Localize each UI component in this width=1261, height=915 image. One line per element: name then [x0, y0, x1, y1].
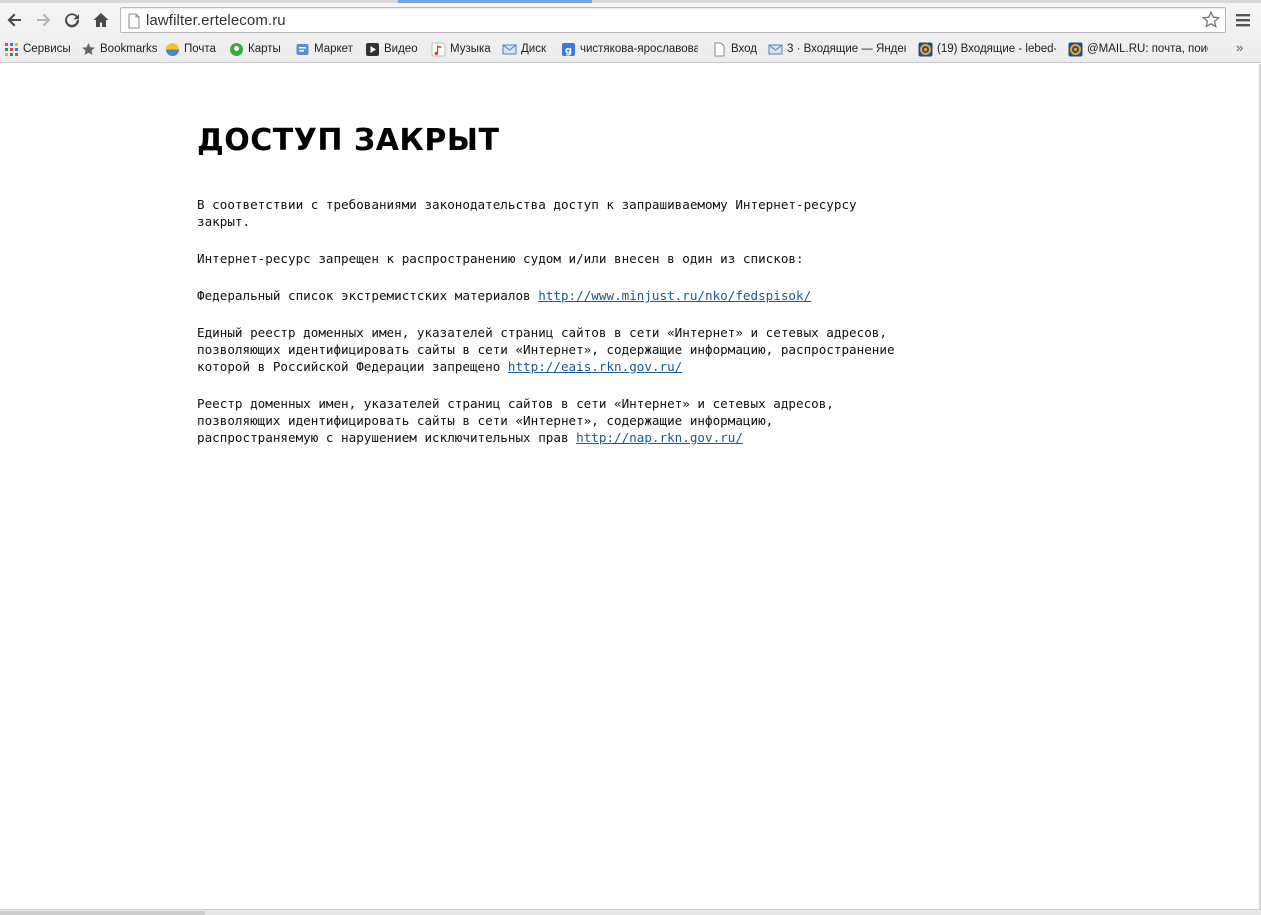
page-icon — [714, 42, 725, 56]
reload-icon — [65, 13, 80, 28]
eais-link[interactable]: http://eais.rkn.gov.ru/ — [508, 359, 682, 374]
bookmark-pochta[interactable]: Почта — [165, 40, 225, 58]
mail-envelope-icon — [768, 44, 783, 54]
bookmark-video[interactable]: Видео — [365, 40, 425, 58]
scrollbar-thumb[interactable] — [0, 911, 205, 915]
page-content: ДОСТУП ЗАКРЫТ В соответствии с требовани… — [0, 64, 1259, 909]
address-bar[interactable]: lawfilter.ertelecom.ru — [120, 7, 1226, 33]
arrow-left-icon — [7, 13, 21, 27]
minjust-link[interactable]: http://www.minjust.ru/nko/fedspisok/ — [538, 288, 811, 303]
bookmark-mailru-inbox[interactable]: (19) Входящие - lebed- — [918, 40, 1056, 58]
back-button[interactable] — [2, 7, 28, 33]
forward-button[interactable] — [30, 7, 56, 33]
home-icon — [93, 13, 109, 27]
page-title: ДОСТУП ЗАКРЫТ — [197, 123, 500, 158]
active-tab-indicator[interactable] — [398, 0, 592, 3]
notice-paragraph: В соответствии с требованиями законодате… — [197, 197, 857, 229]
blocked-notice: ДОСТУП ЗАКРЫТ В соответствии с требовани… — [197, 123, 897, 466]
menu-icon[interactable] — [1232, 9, 1254, 31]
google-icon: g — [562, 42, 575, 56]
mail-globe-icon — [166, 42, 179, 56]
bookmarks-bar: Сервисы Bookmarks Почта Карты Маркет Вид… — [0, 38, 1261, 60]
list-extremist: Федеральный список экстремистских матери… — [197, 288, 812, 303]
mailru-at-icon — [1068, 42, 1083, 56]
svg-text:g: g — [565, 45, 572, 56]
star-icon — [82, 42, 95, 55]
tab-strip — [0, 0, 1261, 3]
home-button[interactable] — [88, 7, 114, 33]
mailru-at-icon — [918, 42, 933, 56]
bookmark-star-icon[interactable] — [1201, 10, 1221, 30]
nap-link[interactable]: http://nap.rkn.gov.ru/ — [576, 430, 743, 445]
maps-icon — [230, 42, 243, 56]
bookmark-services[interactable]: Сервисы — [4, 40, 76, 58]
page-icon — [128, 13, 140, 29]
mail-envelope-icon — [502, 44, 517, 54]
bookmark-yandex-inbox[interactable]: 3 · Входящие — Яндекс — [768, 40, 906, 58]
music-icon — [431, 42, 446, 56]
bookmark-vhod[interactable]: Вход — [712, 40, 762, 58]
bookmark-karty[interactable]: Карты — [229, 40, 289, 58]
list-nap: Реестр доменных имен, указателей страниц… — [197, 396, 834, 445]
list-eais: Единый реестр доменных имен, указателей … — [197, 325, 895, 374]
more-bookmarks-button[interactable]: » — [1236, 40, 1243, 55]
bookmark-bookmarks[interactable]: Bookmarks — [81, 40, 161, 58]
apps-grid-icon — [5, 42, 18, 56]
lists-intro: Интернет-ресурс запрещен к распространен… — [197, 251, 804, 266]
horizontal-scrollbar[interactable] — [0, 909, 1261, 915]
market-icon — [296, 43, 309, 55]
bookmark-muzyka[interactable]: Музыка — [431, 40, 495, 58]
reload-button[interactable] — [59, 7, 85, 33]
browser-chrome: lawfilter.ertelecom.ru Сервисы Bookmarks — [0, 0, 1261, 63]
video-play-icon — [366, 42, 379, 56]
bookmark-google[interactable]: g чистякова-ярославова — [561, 40, 698, 58]
bookmark-disk[interactable]: Диск — [502, 40, 554, 58]
url-text[interactable]: lawfilter.ertelecom.ru — [146, 12, 286, 29]
bookmark-market[interactable]: Маркет — [295, 40, 359, 58]
arrow-right-icon — [37, 13, 51, 27]
browser-toolbar: lawfilter.ertelecom.ru — [0, 5, 1261, 35]
bookmark-mailru[interactable]: @MAIL.RU: почта, поиск — [1068, 40, 1208, 58]
